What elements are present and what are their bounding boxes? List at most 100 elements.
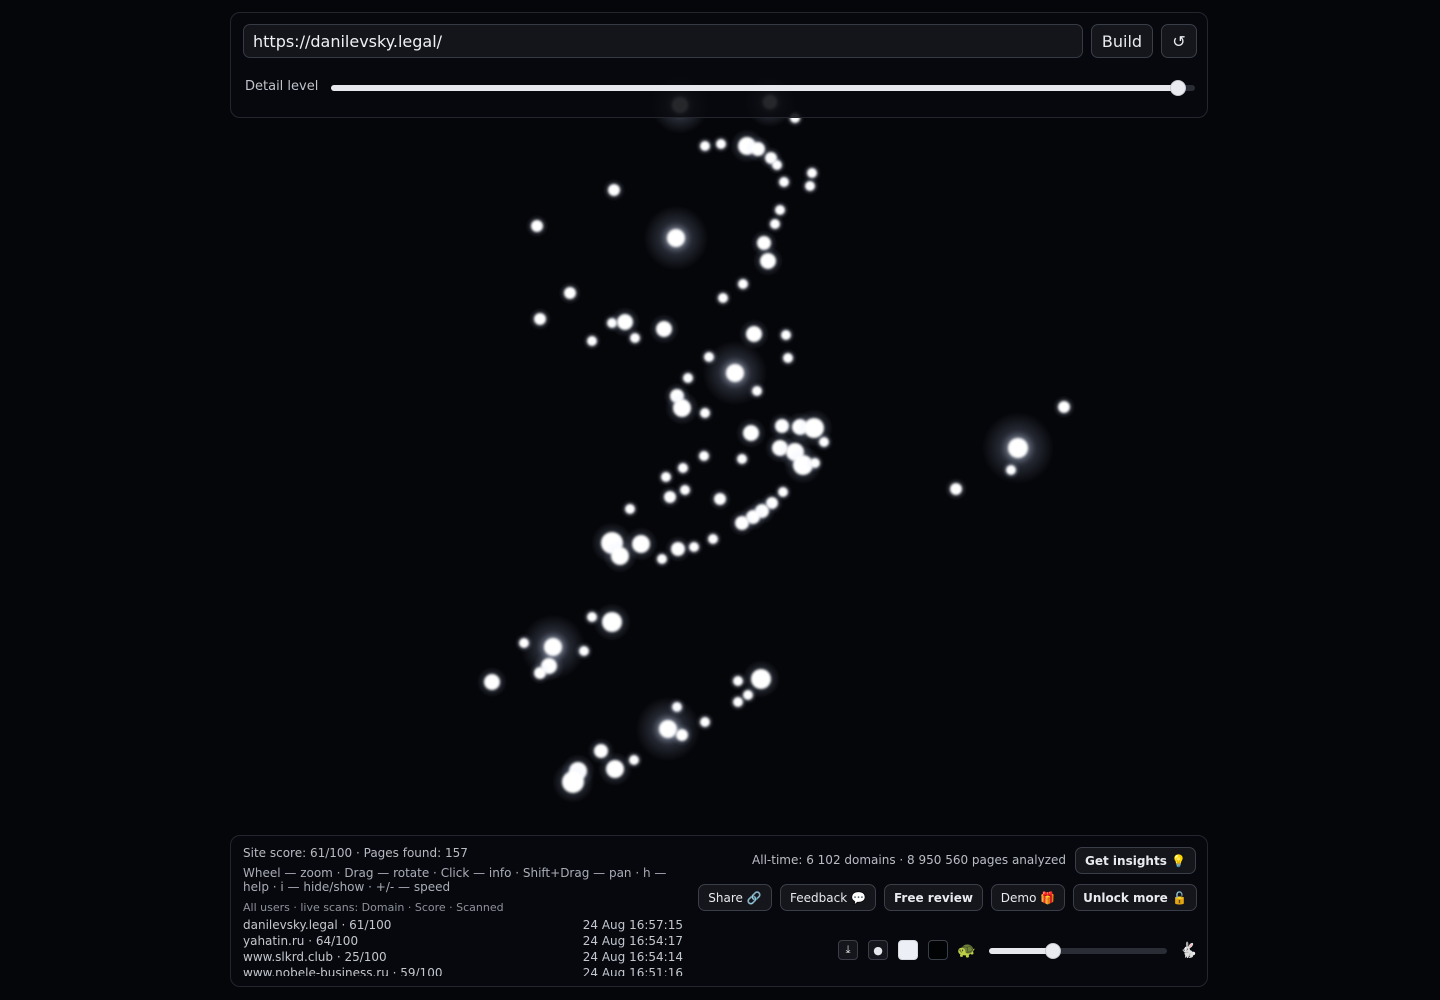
graph-node[interactable] (632, 535, 650, 553)
graph-node[interactable] (805, 181, 815, 191)
graph-node[interactable] (534, 667, 546, 679)
live-scans-header: All users · live scans: Domain · Score ·… (243, 901, 504, 914)
dark-theme-button[interactable] (928, 940, 948, 960)
graph-node[interactable] (714, 493, 726, 505)
graph-node[interactable] (779, 177, 789, 187)
graph-node[interactable] (781, 330, 791, 340)
graph-node[interactable] (678, 463, 688, 473)
graph-node[interactable] (664, 491, 676, 503)
graph-node[interactable] (760, 253, 776, 269)
graph-node[interactable] (680, 485, 690, 495)
graph-node[interactable] (718, 293, 728, 303)
graph-node[interactable] (751, 669, 771, 689)
speed-slider[interactable] (989, 943, 1167, 959)
refresh-button[interactable]: ↺ (1161, 24, 1197, 58)
graph-node[interactable] (564, 287, 576, 299)
graph-node[interactable] (534, 313, 546, 325)
status-panel: Site score: 61/100 · Pages found: 157 Wh… (230, 835, 1208, 987)
graph-node[interactable] (733, 676, 743, 686)
graph-node[interactable] (950, 483, 962, 495)
unlock-more-button[interactable]: Unlock more 🔓 (1073, 884, 1197, 911)
download-button[interactable]: ⤓ (838, 940, 858, 960)
graph-node[interactable] (661, 472, 671, 482)
graph-node[interactable] (689, 542, 699, 552)
site-summary: Site score: 61/100 · Pages found: 157 (243, 846, 468, 860)
url-toolbar: Build ↺ Detail level (230, 12, 1208, 118)
graph-node[interactable] (752, 386, 762, 396)
graph-nodes[interactable] (476, 76, 1076, 803)
node-style-button[interactable]: ● (868, 940, 888, 960)
graph-node[interactable] (1058, 401, 1070, 413)
graph-node[interactable] (743, 425, 759, 441)
free-review-button[interactable]: Free review (884, 884, 983, 911)
graph-node[interactable] (738, 279, 748, 289)
graph-node[interactable] (772, 160, 782, 170)
graph-node[interactable] (519, 638, 529, 648)
graph-node[interactable] (587, 336, 597, 346)
graph-node[interactable] (807, 168, 817, 178)
feed-row[interactable]: yahatin.ru · 64/100 24 Aug 16:54:17 (243, 934, 683, 950)
graph-node[interactable] (700, 717, 710, 727)
detail-level-fill (331, 85, 1178, 91)
graph-node[interactable] (630, 333, 640, 343)
graph-node[interactable] (1008, 438, 1028, 458)
graph-node[interactable] (735, 516, 749, 530)
url-input[interactable] (243, 24, 1083, 58)
graph-node[interactable] (676, 729, 688, 741)
graph-node[interactable] (699, 451, 709, 461)
get-insights-button[interactable]: Get insights 💡 (1075, 847, 1196, 874)
graph-node[interactable] (656, 321, 672, 337)
speed-thumb[interactable] (1045, 943, 1062, 959)
graph-node[interactable] (579, 646, 589, 656)
feed-time: 24 Aug 16:54:14 (582, 950, 683, 964)
graph-node[interactable] (562, 771, 584, 793)
speed-fill (989, 948, 1054, 954)
graph-node[interactable] (602, 612, 622, 632)
graph-node[interactable] (683, 373, 693, 383)
demo-button[interactable]: Demo 🎁 (991, 884, 1065, 911)
graph-node[interactable] (716, 139, 726, 149)
detail-level-label: Detail level (245, 79, 319, 94)
feed-row[interactable]: www.nobele-business.ru · 59/100 24 Aug 1… (243, 966, 683, 976)
graph-node[interactable] (531, 220, 543, 232)
graph-node[interactable] (770, 219, 780, 229)
graph-node[interactable] (783, 353, 793, 363)
feed-domain: yahatin.ru · 64/100 (243, 934, 359, 948)
graph-node[interactable] (819, 437, 829, 447)
feed-domain: www.slkrd.club · 25/100 (243, 950, 387, 964)
light-theme-button[interactable] (898, 940, 918, 960)
graph-node[interactable] (625, 504, 635, 514)
build-button[interactable]: Build (1091, 24, 1153, 58)
graph-node[interactable] (606, 760, 624, 778)
rabbit-icon: 🐇 (1179, 941, 1198, 959)
graph-node[interactable] (608, 184, 620, 196)
turtle-icon: 🐢 (957, 941, 976, 959)
detail-level-slider[interactable] (331, 80, 1195, 96)
graph-node[interactable] (746, 326, 762, 342)
share-button[interactable]: Share 🔗 (698, 884, 772, 911)
graph-node[interactable] (810, 458, 820, 468)
all-time-stats: All-time: 6 102 domains · 8 950 560 page… (752, 853, 1066, 867)
graph-node[interactable] (1006, 465, 1016, 475)
graph-node[interactable] (673, 399, 691, 417)
graph-node[interactable] (708, 534, 718, 544)
feed-row[interactable]: danilevsky.legal · 61/100 24 Aug 16:57:1… (243, 918, 683, 934)
refresh-icon: ↺ (1172, 31, 1186, 51)
graph-node[interactable] (733, 697, 743, 707)
graph-node[interactable] (657, 554, 667, 564)
graph-node[interactable] (726, 364, 744, 382)
graph-node[interactable] (737, 454, 747, 464)
live-scans-feed: danilevsky.legal · 61/100 24 Aug 16:57:1… (243, 918, 683, 976)
graph-node[interactable] (484, 674, 500, 690)
graph-node[interactable] (617, 314, 633, 330)
detail-level-thumb[interactable] (1169, 80, 1186, 96)
graph-node[interactable] (775, 205, 785, 215)
graph-node[interactable] (700, 141, 710, 151)
graph-node[interactable] (700, 408, 710, 418)
graph-node[interactable] (671, 542, 685, 556)
feedback-button[interactable]: Feedback 💬 (780, 884, 876, 911)
graph-node[interactable] (629, 755, 639, 765)
feed-domain: danilevsky.legal · 61/100 (243, 918, 392, 932)
graph-node[interactable] (667, 229, 685, 247)
feed-row[interactable]: www.slkrd.club · 25/100 24 Aug 16:54:14 (243, 950, 683, 966)
